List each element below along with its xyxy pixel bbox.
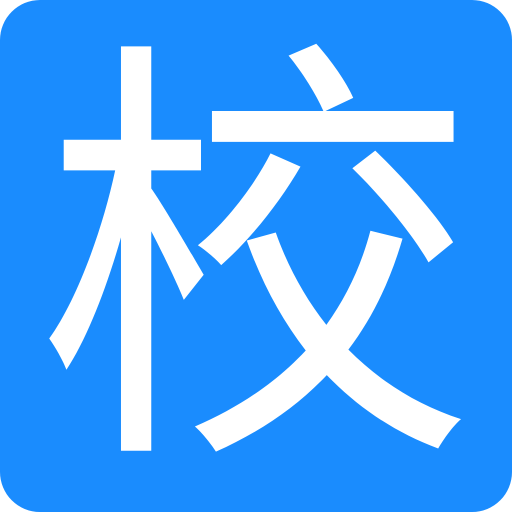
app-icon[interactable]: 校 [0,0,512,512]
app-icon-glyph: 校 [36,8,476,512]
app-icon-glyph-canvas: 校 [36,8,476,512]
